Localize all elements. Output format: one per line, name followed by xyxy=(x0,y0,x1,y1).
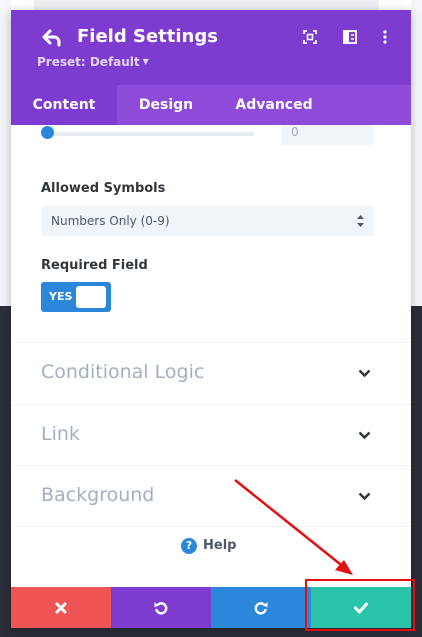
settings-body: 0 Allowed Symbols Numbers Only (0-9) Req… xyxy=(11,125,411,587)
required-field-label: Required Field xyxy=(41,258,148,273)
cancel-button[interactable] xyxy=(11,587,111,628)
background-right-strip xyxy=(411,0,422,306)
preset-label: Preset: Default xyxy=(37,55,140,69)
chevron-down-icon xyxy=(358,431,371,440)
panel-header: Field Settings Preset: Default ▼ xyxy=(11,10,411,85)
background-left-strip xyxy=(0,0,11,306)
preset-dropdown[interactable]: Preset: Default ▼ xyxy=(37,55,149,69)
allowed-symbols-select[interactable]: Numbers Only (0-9) xyxy=(41,206,374,236)
help-icon: ? xyxy=(181,538,197,554)
section-link[interactable]: Link xyxy=(11,405,411,465)
undo-button[interactable] xyxy=(111,587,211,628)
tab-bar: Content Design Advanced xyxy=(11,85,411,125)
section-background[interactable]: Background xyxy=(11,466,411,526)
section-divider xyxy=(11,526,411,527)
section-title: Link xyxy=(41,423,80,445)
tab-design[interactable]: Design xyxy=(117,85,215,125)
tab-advanced[interactable]: Advanced xyxy=(215,85,333,125)
tab-content[interactable]: Content xyxy=(11,85,117,125)
range-slider-thumb[interactable] xyxy=(41,126,54,139)
toggle-yes-label: YES xyxy=(49,290,73,303)
section-title: Conditional Logic xyxy=(41,361,205,383)
allowed-symbols-label: Allowed Symbols xyxy=(41,181,166,196)
allowed-symbols-value: Numbers Only (0-9) xyxy=(51,214,170,228)
redo-button[interactable] xyxy=(211,587,311,628)
help-label: Help xyxy=(203,538,237,553)
more-vertical-icon[interactable] xyxy=(377,29,393,45)
back-arrow-icon[interactable] xyxy=(41,27,63,49)
field-settings-panel: Field Settings Preset: Default ▼ Content … xyxy=(11,10,411,628)
toggle-knob xyxy=(76,286,106,308)
chevron-down-icon xyxy=(358,369,371,378)
range-slider-track[interactable] xyxy=(41,132,254,136)
required-field-toggle[interactable]: YES xyxy=(41,282,111,312)
redo-icon xyxy=(254,601,268,615)
expand-icon[interactable] xyxy=(302,29,318,45)
panel-title: Field Settings xyxy=(77,26,218,47)
range-value-input[interactable]: 0 xyxy=(281,125,374,145)
select-arrows-icon xyxy=(357,215,364,227)
section-conditional-logic[interactable]: Conditional Logic xyxy=(11,343,411,403)
split-view-icon[interactable] xyxy=(342,29,358,45)
caret-down-icon: ▼ xyxy=(142,57,149,66)
section-title: Background xyxy=(41,484,155,506)
annotation-highlight-box xyxy=(305,579,415,631)
close-icon xyxy=(55,602,67,613)
undo-icon xyxy=(154,601,168,615)
chevron-down-icon xyxy=(358,492,371,501)
